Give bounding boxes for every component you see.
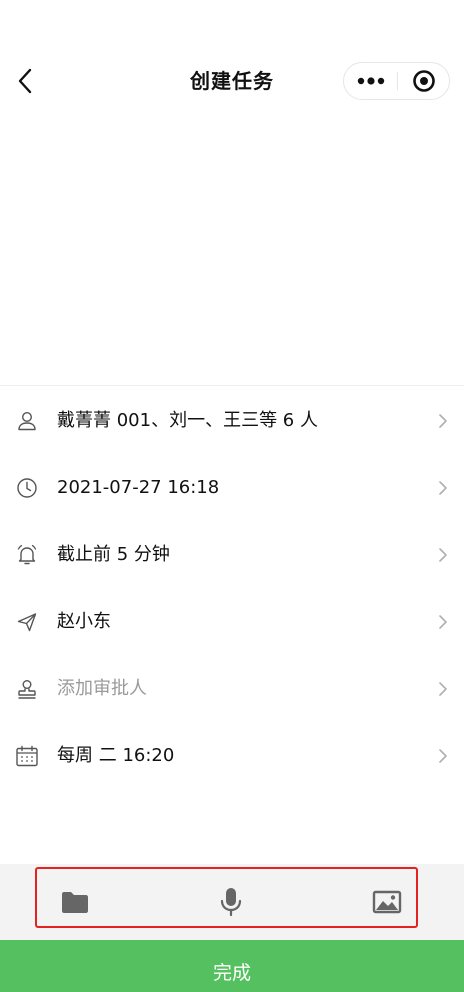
done-button[interactable]: 完成 <box>0 940 464 992</box>
chevron-right-icon <box>436 680 450 698</box>
chevron-right-icon <box>436 412 450 430</box>
folder-icon <box>62 892 88 913</box>
chevron-right-icon <box>436 613 450 631</box>
approver-stamp-icon <box>15 677 39 701</box>
calendar-icon <box>15 744 39 768</box>
row-reminder[interactable]: 截止前 5 分钟 <box>0 521 464 588</box>
task-content-area[interactable] <box>0 164 464 384</box>
task-settings-list: 戴菁菁 001、刘一、王三等 6 人 2021-07-27 16:18 截止前 … <box>0 387 464 789</box>
target-close-icon <box>413 70 435 92</box>
close-button[interactable] <box>398 63 450 99</box>
done-button-label: 完成 <box>212 962 251 984</box>
row-approver[interactable]: 添加审批人 <box>0 655 464 722</box>
bell-icon <box>15 543 39 567</box>
back-button[interactable] <box>10 64 40 98</box>
more-dots-icon <box>357 77 384 85</box>
folder-button[interactable] <box>58 885 92 919</box>
reminder-label: 截止前 5 分钟 <box>57 544 170 565</box>
send-icon <box>15 610 39 634</box>
chevron-right-icon <box>436 747 450 765</box>
row-assignees[interactable]: 戴菁菁 001、刘一、王三等 6 人 <box>0 387 464 454</box>
creator-label: 赵小东 <box>57 611 111 632</box>
row-repeat[interactable]: 每周 二 16:20 <box>0 722 464 789</box>
voice-button[interactable] <box>214 885 248 919</box>
chevron-right-icon <box>436 546 450 564</box>
image-button[interactable] <box>370 885 404 919</box>
microphone-icon <box>220 888 242 917</box>
chevron-right-icon <box>436 479 450 497</box>
assignees-label: 戴菁菁 001、刘一、王三等 6 人 <box>57 410 318 431</box>
mini-program-capsule <box>343 62 450 100</box>
person-icon <box>15 409 39 433</box>
row-creator[interactable]: 赵小东 <box>0 588 464 655</box>
repeat-label: 每周 二 16:20 <box>57 745 175 766</box>
approver-placeholder: 添加审批人 <box>57 678 147 699</box>
image-icon <box>372 890 402 914</box>
due-time-label: 2021-07-27 16:18 <box>57 477 220 498</box>
chevron-left-icon <box>18 68 32 94</box>
row-due-time[interactable]: 2021-07-27 16:18 <box>0 454 464 521</box>
section-divider <box>0 385 464 386</box>
clock-icon <box>15 476 39 500</box>
navigation-bar: 创建任务 <box>0 0 464 164</box>
more-button[interactable] <box>344 63 397 99</box>
